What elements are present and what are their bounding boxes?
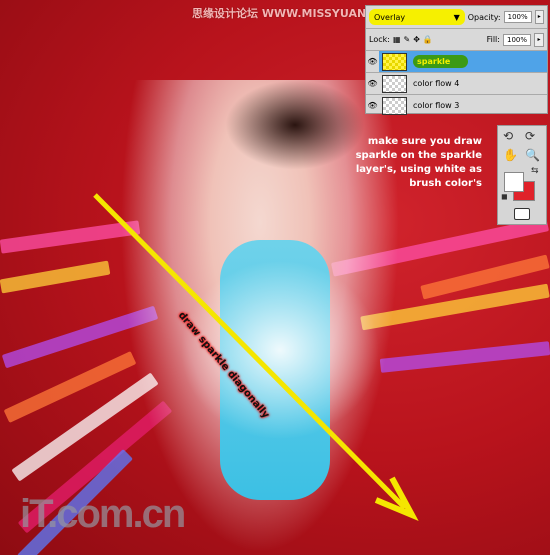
it-com-cn-logo: iT.com.cn [20,492,186,536]
tutorial-canvas: 思缘设计论坛 WWW.MISSYUAN.COM Overlay ▼ Opacity… [0,0,550,555]
foreground-color-swatch[interactable] [504,172,524,192]
diagonal-arrow-line [93,193,407,510]
arrow-overlay [93,193,419,522]
